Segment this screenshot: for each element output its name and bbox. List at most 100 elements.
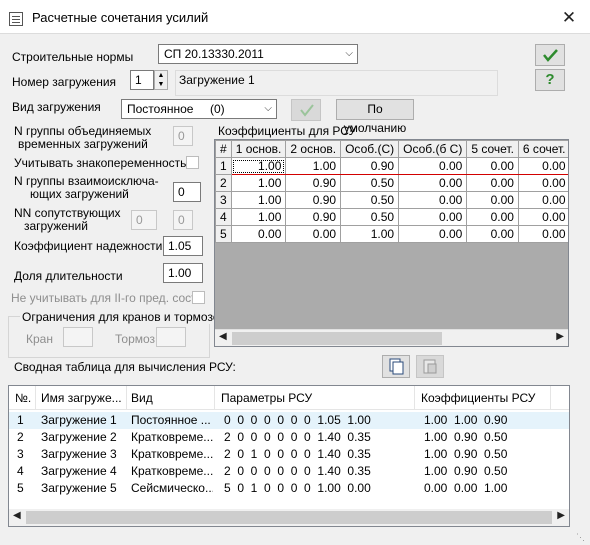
summary-cell-type: Постоянное ...	[131, 413, 211, 427]
coef-cell[interactable]: 0.00	[398, 208, 468, 226]
scroll-right-icon[interactable]: ▶	[556, 331, 564, 342]
summary-row[interactable]: 1 Загружение 1 Постоянное ... 0 0 0 0 0 …	[9, 412, 569, 429]
ignore-checkbox[interactable]	[192, 291, 205, 304]
help-button[interactable]: ?	[535, 69, 565, 91]
summary-row[interactable]: 4 Загружение 4 Кратковреме... 2 0 0 0 0 …	[9, 463, 569, 480]
coef-cell[interactable]: 0.00	[466, 174, 519, 192]
duration-input[interactable]: 1.00	[163, 263, 203, 283]
coef-hscrollbar[interactable]: ◀ ▶	[215, 329, 568, 346]
coef-cell[interactable]: 0.90	[285, 191, 342, 209]
coef-col-header[interactable]: 1 основ.	[230, 140, 287, 158]
summary-row[interactable]: 2 Загружение 2 Кратковреме... 2 0 0 0 0 …	[9, 429, 569, 446]
coef-row[interactable]: 3 1.00 0.90 0.50 0.00 0.00 0.00	[215, 191, 568, 209]
summary-col-header[interactable]: Имя загруже...	[41, 391, 122, 405]
coef-col-header[interactable]: 2 основ.	[285, 140, 342, 158]
coef-row[interactable]: 1 1.00 1.00 0.90 0.00 0.00 0.00	[215, 157, 568, 175]
spin-down-icon[interactable]: ▼	[155, 80, 167, 89]
question-icon: ?	[545, 71, 555, 88]
coef-cell[interactable]: 1.00	[230, 191, 287, 209]
summary-hscrollbar[interactable]: ◀ ▶	[9, 509, 569, 526]
summary-cell-params: 2 0 1 0 0 0 0 1.40 0.35	[224, 447, 371, 461]
accompanying-input-2[interactable]: 0	[173, 210, 193, 230]
coef-cell[interactable]: 0.00	[398, 174, 468, 192]
coef-cell[interactable]: 0.50	[340, 174, 400, 192]
coef-cell[interactable]: 1.00	[285, 157, 342, 175]
ok-button[interactable]	[535, 44, 565, 66]
coef-cell[interactable]: 0.00	[466, 191, 519, 209]
coef-cell[interactable]: 0.00	[398, 157, 468, 175]
coef-cell[interactable]: 0.50	[340, 191, 400, 209]
brake-input[interactable]	[156, 327, 186, 347]
coef-cell[interactable]: 0.00	[466, 225, 519, 243]
coef-col-header[interactable]: 6 сочет.	[517, 140, 568, 158]
coef-col-header[interactable]: Особ.(б С)	[398, 140, 468, 158]
coef-cell[interactable]: 1.00	[230, 174, 287, 192]
coef-cell[interactable]: 0.00	[466, 157, 519, 175]
summary-cell-coefs: 1.00 0.90 0.50	[424, 430, 508, 444]
coef-row[interactable]: 2 1.00 0.90 0.50 0.00 0.00 0.00	[215, 174, 568, 192]
scroll-left-icon[interactable]: ◀	[13, 510, 21, 521]
coef-cell[interactable]: 1.00	[230, 208, 287, 226]
coef-row[interactable]: 4 1.00 0.90 0.50 0.00 0.00 0.00	[215, 208, 568, 226]
coef-cell[interactable]: 0.00	[398, 225, 468, 243]
resize-grip-icon[interactable]: ⋱	[576, 532, 585, 543]
reliability-input[interactable]: 1.05	[163, 236, 203, 256]
norms-combo[interactable]: СП 20.13330.2011 ⌵	[158, 44, 358, 64]
load-name-field[interactable]: Загружение 1	[175, 70, 498, 96]
summary-col-header[interactable]: Параметры РСУ	[221, 391, 312, 405]
coef-cell[interactable]: 0.00	[517, 208, 568, 226]
summary-col-header[interactable]: №.	[15, 391, 31, 405]
group-exclusive-input[interactable]: 0	[173, 182, 201, 202]
coef-col-header[interactable]: 5 сочет.	[466, 140, 519, 158]
summary-col-header[interactable]: Коэффициенты РСУ	[421, 391, 535, 405]
coef-cell[interactable]: 0.00	[517, 191, 568, 209]
coef-cell[interactable]: 0.00	[466, 208, 519, 226]
load-number-spinner[interactable]: ▲ ▼	[154, 70, 168, 90]
accompanying-input-1[interactable]: 0	[131, 210, 157, 230]
coef-cell[interactable]: 0.00	[230, 225, 287, 243]
coef-table[interactable]: # 1 основ. 2 основ. Особ.(С) Особ.(б С) …	[215, 140, 568, 243]
default-button[interactable]: По умолчанию	[336, 99, 414, 135]
load-number-input[interactable]: 1	[130, 70, 154, 90]
scroll-right-icon[interactable]: ▶	[557, 510, 565, 521]
coef-header-row: # 1 основ. 2 основ. Особ.(С) Особ.(б С) …	[215, 140, 568, 158]
load-type-value: Постоянное	[127, 102, 194, 116]
spin-up-icon[interactable]: ▲	[155, 71, 167, 80]
coef-cell[interactable]: 0.00	[517, 157, 568, 175]
summary-col-header[interactable]: Вид	[131, 391, 153, 405]
scroll-left-icon[interactable]: ◀	[219, 331, 227, 342]
coef-cell[interactable]: 1.00	[340, 225, 400, 243]
coef-cell[interactable]: 0.00	[398, 191, 468, 209]
coef-col-header[interactable]: Особ.(С)	[340, 140, 400, 158]
summary-list[interactable]: №. Имя загруже... Вид Параметры РСУ Коэф…	[8, 385, 570, 527]
coef-cell[interactable]: 0.50	[340, 208, 400, 226]
coef-row-header[interactable]: 3	[215, 191, 232, 209]
load-number-label: Номер загружения	[12, 75, 117, 89]
coef-row-header[interactable]: 2	[215, 174, 232, 192]
coef-cell[interactable]: 0.90	[285, 174, 342, 192]
coef-row-header[interactable]: 4	[215, 208, 232, 226]
coef-cell[interactable]: 0.90	[340, 157, 400, 175]
paste-button[interactable]	[416, 355, 444, 378]
scroll-thumb[interactable]	[232, 332, 442, 345]
group-combined-input[interactable]: 0	[173, 126, 193, 146]
apply-button[interactable]	[291, 99, 321, 121]
summary-row[interactable]: 5 Загружение 5 Сейсмическо... 5 0 1 0 0 …	[9, 480, 569, 497]
coef-cell[interactable]: 1.00	[230, 157, 287, 175]
coef-cell[interactable]: 0.00	[285, 225, 342, 243]
coef-row-header[interactable]: 1	[215, 157, 232, 175]
coef-cell[interactable]: 0.90	[285, 208, 342, 226]
coef-row[interactable]: 5 0.00 0.00 1.00 0.00 0.00 0.00	[215, 225, 568, 243]
coef-cell[interactable]: 0.00	[517, 174, 568, 192]
crane-input[interactable]	[63, 327, 93, 347]
coef-grid[interactable]: # 1 основ. 2 основ. Особ.(С) Особ.(б С) …	[214, 139, 569, 347]
summary-cell-params: 2 0 0 0 0 0 0 1.40 0.35	[224, 464, 371, 478]
close-icon[interactable]: ✕	[556, 7, 582, 29]
scroll-thumb[interactable]	[26, 511, 552, 524]
summary-row[interactable]: 3 Загружение 3 Кратковреме... 2 0 1 0 0 …	[9, 446, 569, 463]
load-type-combo[interactable]: Постоянное (0) ⌵	[121, 99, 277, 119]
coef-row-header[interactable]: 5	[215, 225, 232, 243]
coef-cell[interactable]: 0.00	[517, 225, 568, 243]
copy-button[interactable]	[382, 355, 410, 378]
alternating-checkbox[interactable]	[186, 156, 199, 169]
